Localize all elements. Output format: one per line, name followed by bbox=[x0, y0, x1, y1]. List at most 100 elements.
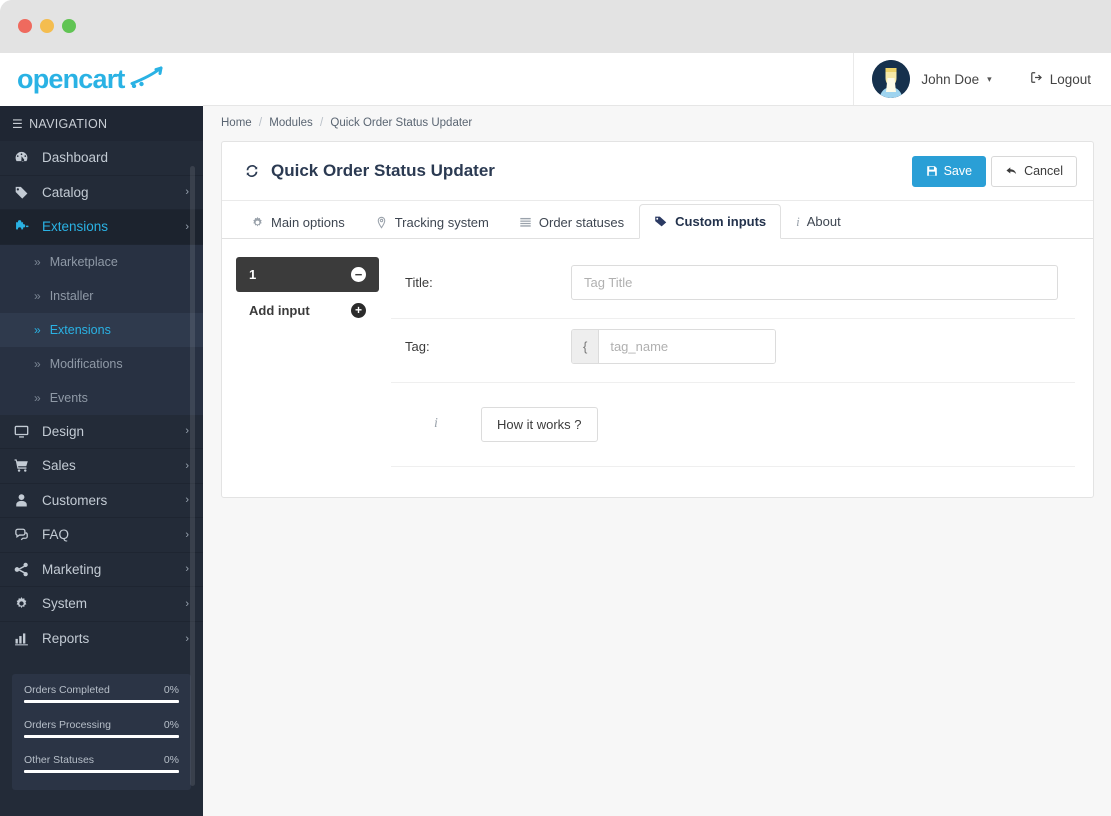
sidebar-subitem-label: Installer bbox=[49, 288, 94, 303]
sidebar-item-customers[interactable]: Customers › bbox=[0, 484, 203, 518]
panel-actions: Save Cancel bbox=[911, 156, 1077, 187]
cancel-button-label: Cancel bbox=[1024, 164, 1063, 178]
title-input[interactable] bbox=[571, 264, 1058, 300]
sidebar-item-dashboard[interactable]: Dashboard bbox=[0, 141, 203, 176]
monitor-icon bbox=[14, 424, 36, 439]
panel-header: Quick Order Status Updater Save Cancel bbox=[222, 142, 1093, 201]
breadcrumb-home[interactable]: Home bbox=[221, 117, 252, 129]
sidebar-item-reports[interactable]: Reports › bbox=[0, 622, 203, 657]
chevron-right-icon: › bbox=[185, 528, 189, 541]
tag-input[interactable] bbox=[599, 329, 775, 363]
double-chevron-right-icon: » bbox=[34, 390, 41, 405]
sidebar-item-extensions[interactable]: Extensions › bbox=[0, 210, 203, 245]
breadcrumb: Home / Modules / Quick Order Status Upda… bbox=[203, 106, 1111, 129]
comments-icon bbox=[14, 527, 36, 542]
tab-custom-inputs[interactable]: Custom inputs bbox=[639, 203, 782, 239]
browser-window: opencart ☰ NAVIGATION Dashboard Catalog … bbox=[0, 0, 1111, 816]
stat-progress-bar bbox=[24, 735, 179, 738]
sidebar-subitem-events[interactable]: » Events bbox=[0, 380, 203, 415]
save-button[interactable]: Save bbox=[911, 156, 987, 187]
minimize-window-button[interactable] bbox=[40, 19, 54, 33]
logo-text: opencart bbox=[17, 64, 125, 94]
page-title: Quick Order Status Updater bbox=[244, 161, 495, 181]
sidebar-subitem-modifications[interactable]: » Modifications bbox=[0, 346, 203, 381]
breadcrumb-separator: / bbox=[319, 117, 324, 129]
logout-button[interactable]: Logout bbox=[1010, 53, 1111, 105]
sidebar-item-label: Sales bbox=[42, 458, 76, 474]
window-titlebar bbox=[0, 0, 1111, 53]
maximize-window-button[interactable] bbox=[62, 19, 76, 33]
breadcrumb-current: Quick Order Status Updater bbox=[330, 117, 473, 129]
top-bar: John Doe ▾ Logout bbox=[203, 53, 1111, 106]
sidebar-item-catalog[interactable]: Catalog › bbox=[0, 176, 203, 210]
add-input-label: Add input bbox=[249, 302, 310, 318]
tab-label: Order statuses bbox=[538, 214, 625, 230]
tab-label: Custom inputs bbox=[675, 213, 767, 229]
stat-progress-bar bbox=[24, 770, 179, 773]
how-it-works-button[interactable]: How it works ? bbox=[481, 406, 598, 442]
cancel-button[interactable]: Cancel bbox=[991, 156, 1077, 187]
double-chevron-right-icon: » bbox=[34, 322, 41, 337]
chevron-right-icon: › bbox=[185, 563, 189, 576]
stat-value: 0% bbox=[163, 719, 179, 731]
stat-row: Orders Completed 0% bbox=[24, 684, 179, 703]
tag-field-row: Tag: { } bbox=[391, 319, 1075, 383]
stat-label: Orders Completed bbox=[24, 684, 110, 696]
sidebar-subitem-extensions[interactable]: » Extensions bbox=[0, 312, 203, 347]
form-bottom-divider bbox=[391, 465, 1075, 467]
title-field-wrapper bbox=[571, 264, 1058, 300]
tab-label: About bbox=[806, 214, 841, 229]
sidebar-item-label: Customers bbox=[42, 492, 108, 508]
sidebar-item-design[interactable]: Design › bbox=[0, 415, 203, 449]
tag-icon bbox=[654, 214, 668, 228]
tab-about[interactable]: i About bbox=[781, 204, 856, 239]
sidebar-item-system[interactable]: System › bbox=[0, 587, 203, 622]
logout-label: Logout bbox=[1049, 71, 1091, 87]
tag-icon bbox=[14, 185, 36, 200]
sidebar-scrollbar-thumb[interactable] bbox=[190, 166, 195, 786]
custom-input-item-1[interactable]: 1 − bbox=[236, 256, 379, 292]
stat-row: Other Statuses 0% bbox=[24, 754, 179, 773]
sidebar-subitem-label: Marketplace bbox=[49, 254, 118, 269]
sidebar-item-faq[interactable]: FAQ › bbox=[0, 518, 203, 553]
share-icon bbox=[14, 562, 36, 577]
tab-main-options[interactable]: Main options bbox=[236, 205, 360, 239]
tab-order-statuses[interactable]: Order statuses bbox=[504, 205, 639, 239]
user-menu[interactable]: John Doe ▾ bbox=[853, 53, 1009, 105]
brand-logo[interactable]: opencart bbox=[0, 53, 203, 106]
breadcrumb-separator: / bbox=[258, 117, 263, 129]
tab-label: Tracking system bbox=[394, 214, 489, 230]
stat-value: 0% bbox=[163, 754, 179, 766]
sidebar-scrollbar-track[interactable] bbox=[190, 106, 199, 816]
breadcrumb-modules[interactable]: Modules bbox=[269, 117, 312, 129]
close-window-button[interactable] bbox=[18, 19, 32, 33]
sidebar-subitem-installer[interactable]: » Installer bbox=[0, 278, 203, 313]
add-input-button[interactable]: Add input + bbox=[236, 292, 379, 329]
gear-icon bbox=[251, 216, 264, 229]
tab-tracking-system[interactable]: Tracking system bbox=[360, 205, 504, 239]
sidebar-item-label: Catalog bbox=[42, 184, 89, 200]
chevron-down-icon: ▾ bbox=[987, 73, 992, 84]
custom-input-list: 1 − Add input + bbox=[236, 255, 379, 467]
sidebar-subitem-label: Modifications bbox=[49, 356, 123, 371]
sidebar-subitem-marketplace[interactable]: » Marketplace bbox=[0, 244, 203, 279]
stat-label: Orders Processing bbox=[24, 719, 111, 731]
custom-input-index: 1 bbox=[249, 266, 257, 282]
tag-prefix-addon: { bbox=[572, 329, 600, 363]
double-chevron-right-icon: » bbox=[34, 254, 41, 269]
dashboard-icon bbox=[14, 150, 36, 165]
chevron-right-icon: › bbox=[185, 597, 189, 610]
remove-input-icon[interactable]: − bbox=[351, 266, 366, 282]
hamburger-icon: ☰ bbox=[12, 116, 24, 131]
refresh-icon bbox=[244, 163, 260, 179]
stat-progress-bar bbox=[24, 700, 179, 703]
title-field-row: Title: bbox=[391, 255, 1075, 319]
sidebar-item-marketing[interactable]: Marketing › bbox=[0, 553, 203, 587]
plus-icon[interactable]: + bbox=[351, 302, 366, 318]
chevron-right-icon: › bbox=[185, 425, 189, 438]
sidebar-subitem-label: Events bbox=[49, 390, 88, 405]
stat-value: 0% bbox=[163, 684, 179, 696]
sidebar-item-sales[interactable]: Sales › bbox=[0, 449, 203, 484]
user-icon bbox=[14, 493, 36, 508]
